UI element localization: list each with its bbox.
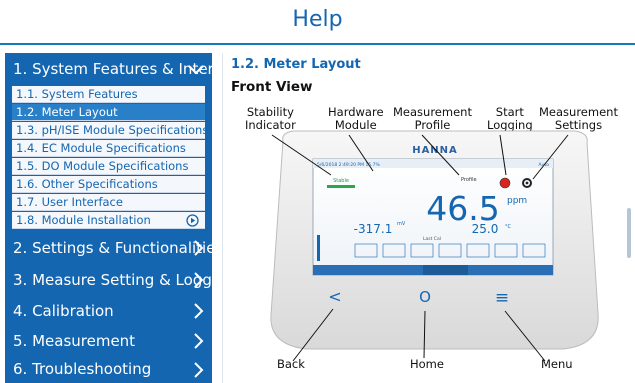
meter-temp-reading: 25.0 [472, 222, 499, 236]
sidebar-section-3[interactable]: 3. Measure Setting & Logging [5, 265, 235, 295]
chevron-right-icon [194, 326, 204, 356]
sidebar-section-6[interactable]: 6. Troubleshooting [5, 356, 212, 383]
sidebar-section-2[interactable]: 2. Settings & Functionalities [5, 233, 223, 263]
chevron-right-icon [194, 265, 204, 295]
meter-unit: ppm [507, 196, 527, 206]
play-circle-icon[interactable] [186, 214, 199, 230]
meter-menu-button: ≡ [495, 288, 509, 308]
sidebar-subitem[interactable]: 1.4. EC Module Specifications [12, 140, 205, 157]
sidebar-subitem-active[interactable]: 1.2. Meter Layout [12, 104, 205, 121]
sidebar-subitem[interactable]: 1.1. System Features [12, 86, 205, 103]
page-title: Help [292, 7, 343, 32]
sidebar-subitem[interactable]: 1.3. pH/ISE Module Specifications [12, 122, 208, 139]
chevron-right-icon [194, 233, 204, 263]
meter-profile-text: Profile [461, 177, 477, 183]
sidebar: 1. System Features & Interface 1.1. Syst… [5, 53, 246, 383]
meter-illustration: HANNA 5/6/2018 2:49:20 PM 15.7% Auto Pro… [270, 130, 599, 362]
meter-brand: HANNA [412, 145, 458, 156]
chevron-right-icon [194, 296, 204, 326]
sidebar-section-1[interactable]: 1. System Features & Interface [5, 53, 246, 86]
sidebar-subitem[interactable]: 1.6. Other Specifications [12, 176, 205, 193]
meter-last-cal: Last Cal [423, 236, 441, 242]
meter-back-button: < [328, 287, 341, 306]
sidebar-section-4[interactable]: 4. Calibration [5, 296, 212, 326]
help-content: 1.2. Meter Layout Front View Stability I… [222, 53, 635, 383]
chevron-down-icon [188, 53, 204, 86]
sidebar-subitem[interactable]: 1.8. Module Installation [12, 212, 205, 229]
content-scrollbar[interactable] [625, 53, 633, 258]
app-header: Help [0, 0, 635, 45]
meter-temp-unit: °C [505, 224, 512, 230]
meter-mv-unit: mV [397, 221, 406, 227]
meter-home-button: O [419, 288, 431, 306]
chevron-right-icon [194, 356, 204, 383]
meter-mv-reading: -317.1 [354, 222, 393, 236]
meter-stable-text: Stable [333, 178, 349, 184]
sidebar-subitem[interactable]: 1.5. DO Module Specifications [12, 158, 205, 175]
scrollbar-thumb[interactable] [627, 208, 631, 258]
sidebar-subitem[interactable]: 1.7. User Interface [12, 194, 205, 211]
sidebar-section-label: 1. System Features & Interface [13, 60, 246, 78]
sidebar-section-5[interactable]: 5. Measurement [5, 326, 212, 356]
